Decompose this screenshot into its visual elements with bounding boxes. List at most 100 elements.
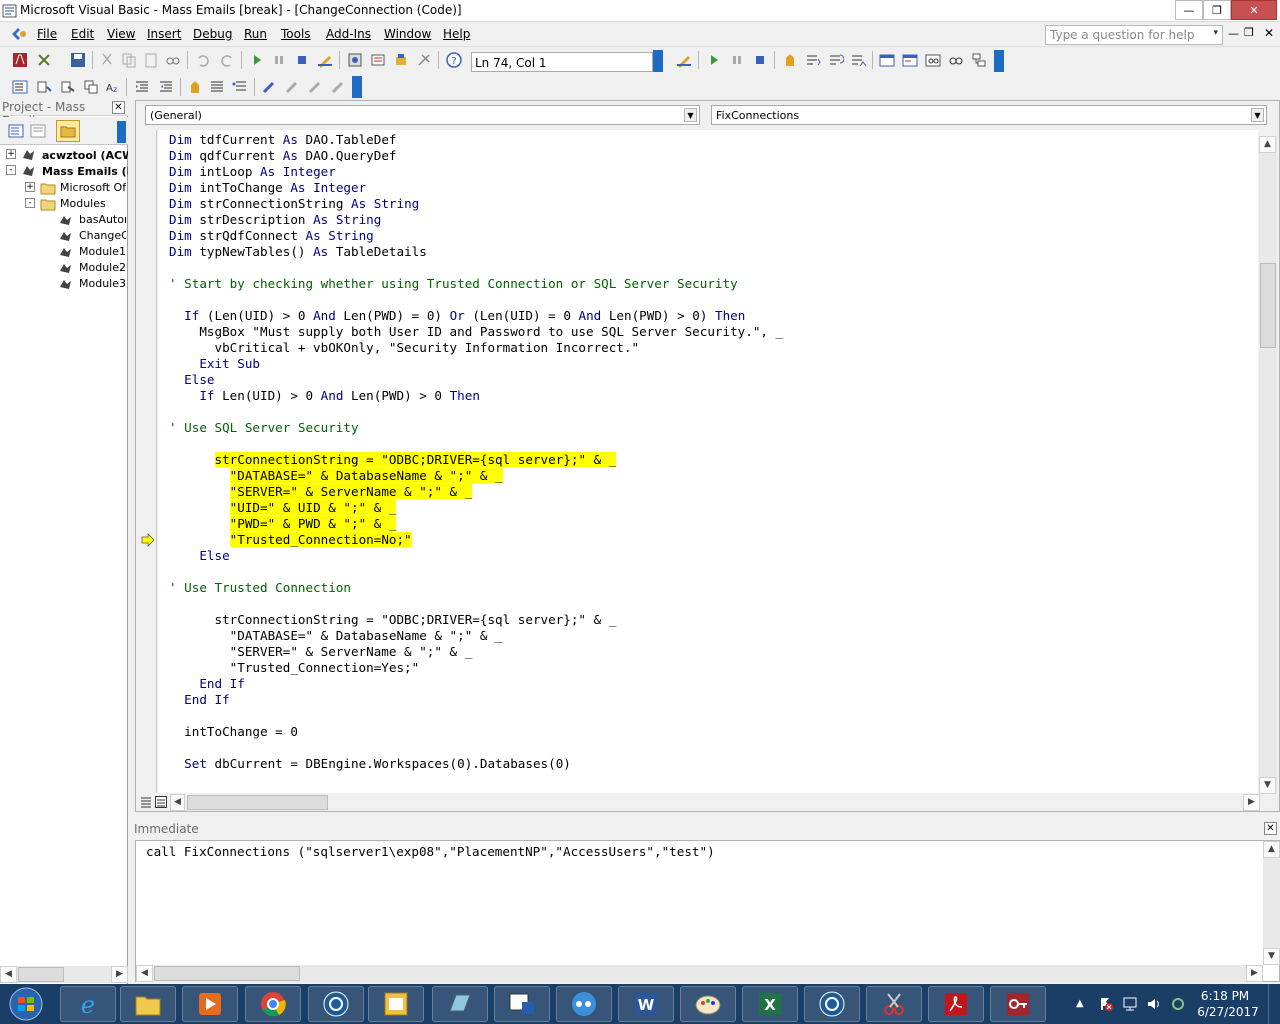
immediate-vertical-scrollbar[interactable]: ▲ ▼ bbox=[1263, 841, 1280, 965]
break-icon[interactable] bbox=[271, 52, 287, 68]
access-view-icon[interactable] bbox=[12, 52, 28, 68]
toolbar-options-icon[interactable] bbox=[653, 50, 663, 72]
tree-expander-icon[interactable]: + bbox=[25, 182, 35, 192]
chevron-down-icon[interactable]: ▼ bbox=[684, 108, 697, 122]
code-line[interactable]: End If bbox=[169, 692, 230, 708]
menu-view[interactable]: View bbox=[107, 27, 135, 41]
copy-icon[interactable] bbox=[121, 52, 137, 68]
design-mode-icon[interactable] bbox=[317, 52, 333, 68]
action-center-icon[interactable] bbox=[1098, 996, 1114, 1012]
code-line[interactable]: Dim qdfCurrent As DAO.QueryDef bbox=[169, 148, 397, 164]
mdi-close-button[interactable]: ✕ bbox=[1264, 26, 1274, 40]
design-mode-icon-2[interactable] bbox=[676, 52, 692, 68]
close-button[interactable]: ✕ bbox=[1231, 0, 1277, 20]
scroll-left-icon[interactable]: ◀ bbox=[136, 965, 153, 982]
scroll-right-icon[interactable]: ▶ bbox=[1243, 794, 1260, 811]
code-line[interactable]: "DATABASE=" & DatabaseName & ";" & _ bbox=[169, 468, 503, 484]
code-line[interactable]: "PWD=" & PWD & ";" & _ bbox=[169, 516, 397, 532]
scroll-right-icon[interactable]: ▶ bbox=[1246, 965, 1263, 982]
project-explorer-icon[interactable] bbox=[347, 52, 363, 68]
immediate-horizontal-scrollbar[interactable]: ◀ ▶ bbox=[136, 965, 1263, 982]
code-line[interactable]: Set dbCurrent = DBEngine.Workspaces(0).D… bbox=[169, 756, 571, 772]
code-line[interactable]: "DATABASE=" & DatabaseName & ";" & _ bbox=[169, 628, 503, 644]
code-line[interactable]: Exit Sub bbox=[169, 356, 260, 372]
paste-icon[interactable] bbox=[143, 52, 159, 68]
code-line[interactable]: Else bbox=[169, 548, 229, 564]
menu-file[interactable]: File bbox=[37, 27, 57, 41]
taskbar-remote-app-2[interactable] bbox=[804, 986, 860, 1022]
taskbar-acrobat[interactable] bbox=[928, 986, 984, 1022]
scroll-left-icon[interactable]: ◀ bbox=[170, 794, 185, 811]
menu-debug[interactable]: Debug bbox=[193, 27, 232, 41]
complete-word-icon[interactable]: Az bbox=[105, 79, 121, 95]
menu-add-ins[interactable]: Add-Ins bbox=[326, 27, 371, 41]
menu-help[interactable]: Help bbox=[443, 27, 470, 41]
code-line[interactable]: MsgBox "Must supply both User ID and Pas… bbox=[169, 324, 783, 340]
code-line[interactable]: ' Use Trusted Connection bbox=[169, 580, 351, 596]
quick-watch-icon[interactable] bbox=[948, 52, 964, 68]
mdi-minimize-button[interactable]: — bbox=[1228, 27, 1239, 40]
find-icon[interactable] bbox=[165, 52, 181, 68]
step-over-icon[interactable] bbox=[828, 52, 844, 68]
code-line[interactable]: Dim tdfCurrent As DAO.TableDef bbox=[169, 132, 397, 148]
indent-icon[interactable] bbox=[134, 79, 150, 95]
uncomment-block-icon[interactable] bbox=[232, 79, 248, 95]
menu-tools[interactable]: Tools bbox=[281, 27, 311, 41]
clock-time[interactable]: 6:18 PM bbox=[1196, 989, 1254, 1003]
immediate-window[interactable]: call FixConnections ("sqlserver1\exp08",… bbox=[135, 840, 1280, 982]
code-line[interactable]: Dim typNewTables() As TableDetails bbox=[169, 244, 427, 260]
scroll-thumb[interactable] bbox=[1260, 263, 1276, 348]
scroll-up-icon[interactable]: ▲ bbox=[1263, 841, 1280, 858]
redo-icon[interactable] bbox=[219, 52, 235, 68]
chevron-down-icon[interactable]: ▼ bbox=[1251, 108, 1264, 122]
taskbar-snipping-tool[interactable] bbox=[866, 986, 922, 1022]
code-line[interactable]: Dim strConnectionString As String bbox=[169, 196, 419, 212]
sync-icon[interactable] bbox=[1170, 996, 1186, 1012]
code-line[interactable]: strConnectionString = "ODBC;DRIVER={sql … bbox=[169, 452, 617, 468]
menu-edit[interactable]: Edit bbox=[71, 27, 94, 41]
help-icon[interactable]: ? bbox=[446, 52, 462, 68]
code-line[interactable]: Dim strDescription As String bbox=[169, 212, 381, 228]
scroll-up-icon[interactable]: ▲ bbox=[1259, 136, 1276, 153]
quick-info-icon[interactable] bbox=[60, 79, 76, 95]
outdent-icon[interactable] bbox=[158, 79, 174, 95]
comment-block-icon[interactable] bbox=[209, 79, 225, 95]
scroll-down-icon[interactable]: ▼ bbox=[1263, 948, 1280, 965]
view-object-icon[interactable] bbox=[30, 123, 46, 139]
tree-expander-icon[interactable]: + bbox=[6, 149, 16, 159]
taskbar-access[interactable] bbox=[368, 986, 424, 1022]
code-line[interactable]: "UID=" & UID & ";" & _ bbox=[169, 500, 397, 516]
taskbar-meeting[interactable] bbox=[556, 986, 612, 1022]
toggle-breakpoint-icon[interactable] bbox=[782, 52, 798, 68]
taskbar-excel[interactable]: X bbox=[742, 986, 798, 1022]
toolbar-options-icon-2[interactable] bbox=[994, 50, 1004, 72]
list-properties-icon[interactable] bbox=[12, 79, 28, 95]
network-icon[interactable] bbox=[1122, 996, 1138, 1012]
save-icon[interactable] bbox=[70, 52, 86, 68]
tree-item-module2[interactable]: Module2 bbox=[79, 261, 126, 274]
volume-icon[interactable] bbox=[1146, 996, 1162, 1012]
break-icon-2[interactable] bbox=[729, 52, 745, 68]
tree-expander-icon[interactable]: - bbox=[6, 165, 16, 175]
taskbar-access-key[interactable] bbox=[990, 986, 1046, 1022]
code-line[interactable]: ' Use SQL Server Security bbox=[169, 420, 359, 436]
taskbar-paint[interactable] bbox=[680, 986, 736, 1022]
toolbox-icon[interactable] bbox=[416, 52, 432, 68]
taskbar-tablet[interactable] bbox=[432, 986, 488, 1022]
tree-item-microsoft-office[interactable]: Microsoft Offi bbox=[60, 181, 126, 194]
view-code-icon[interactable] bbox=[8, 123, 24, 139]
list-constants-icon[interactable] bbox=[36, 79, 52, 95]
code-line[interactable]: strConnectionString = "ODBC;DRIVER={sql … bbox=[169, 612, 616, 628]
toggle-breakpoint-hand-icon[interactable] bbox=[187, 79, 203, 95]
taskbar-file-explorer[interactable] bbox=[120, 986, 176, 1022]
code-line[interactable]: "SERVER=" & ServerName & ";" & _ bbox=[169, 484, 473, 500]
start-button-icon[interactable] bbox=[6, 986, 46, 1022]
vba-menu-icon[interactable] bbox=[10, 26, 28, 42]
tree-item-changeconnection[interactable]: ChangeC bbox=[79, 229, 126, 242]
code-editor[interactable]: Dim tdfCurrent As DAO.TableDef Dim qdfCur… bbox=[158, 130, 1258, 793]
code-margin-indicator-bar[interactable] bbox=[137, 130, 157, 793]
code-line[interactable]: "Trusted_Connection=Yes;" bbox=[169, 660, 420, 676]
immediate-close-icon[interactable]: ✕ bbox=[1264, 822, 1277, 835]
taskbar-chrome[interactable] bbox=[245, 986, 301, 1022]
menu-window[interactable]: Window bbox=[384, 27, 431, 41]
